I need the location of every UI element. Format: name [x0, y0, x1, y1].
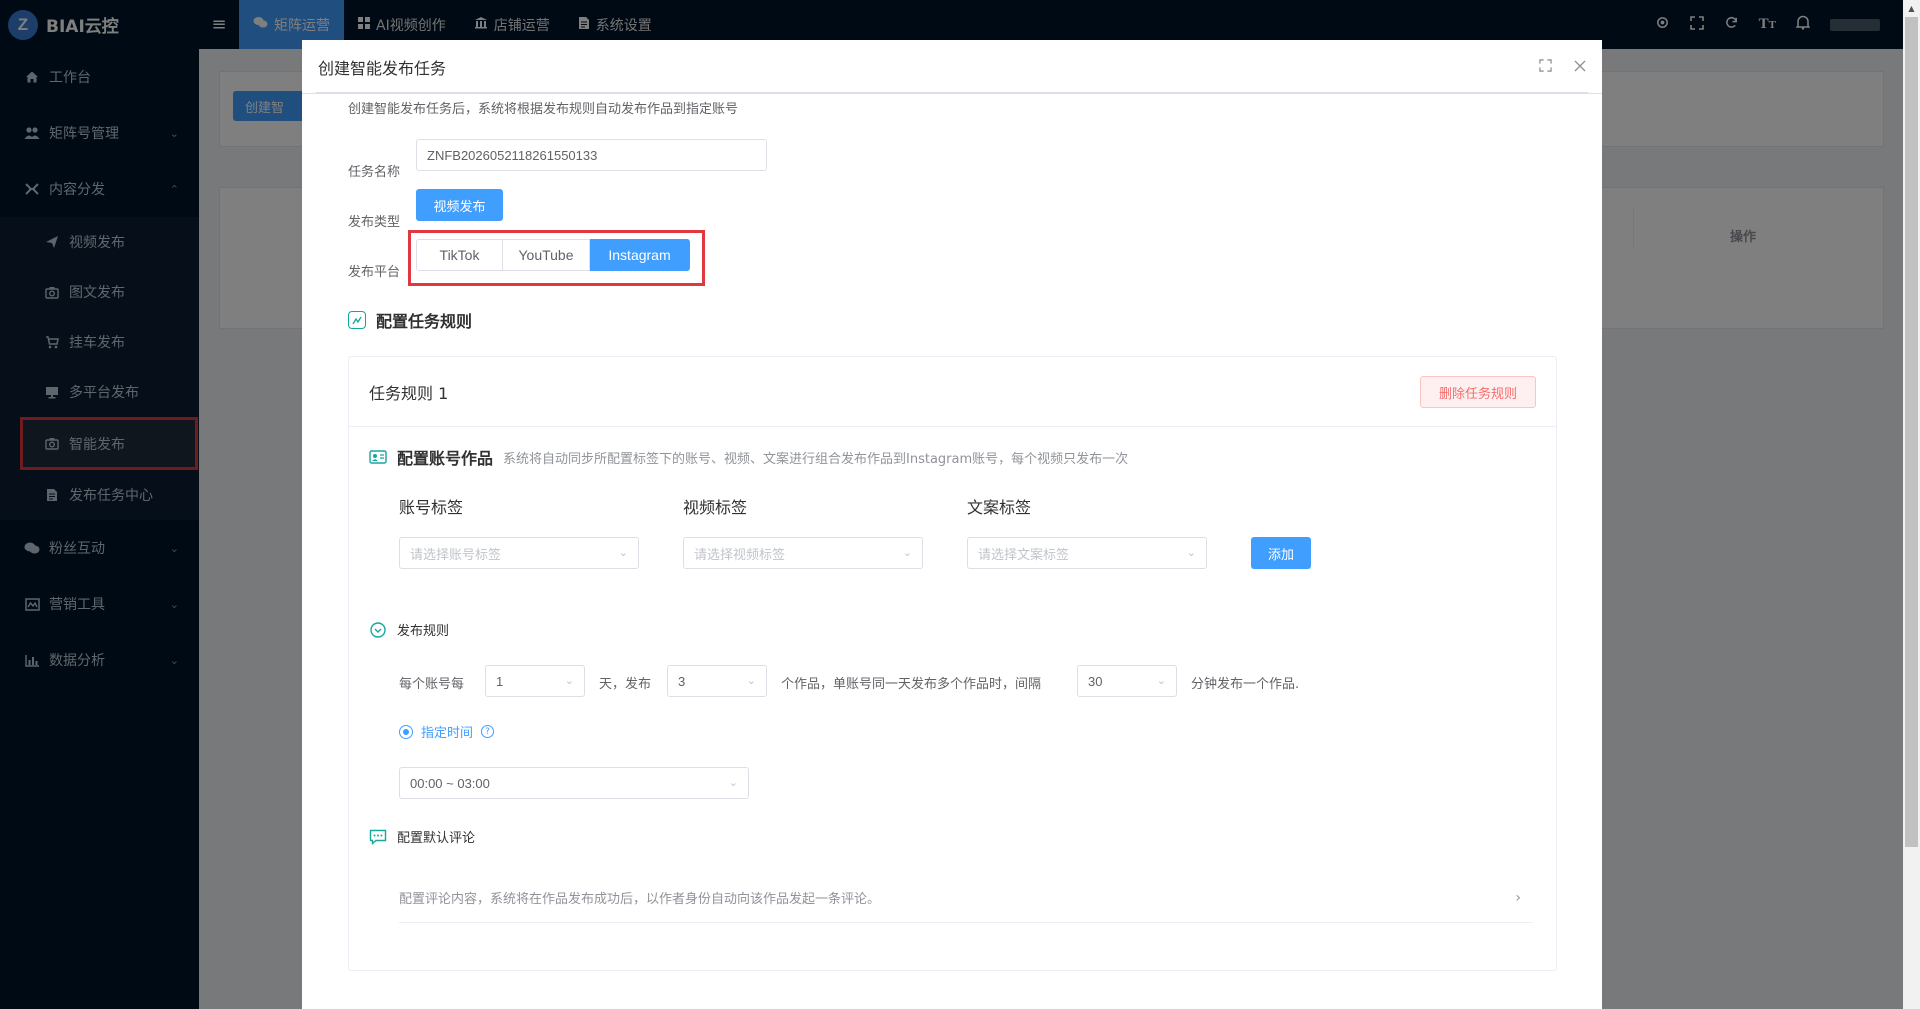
create-task-dialog: 创建智能发布任务 创建智能发布任务后，系统将根据发布规则自动发布作品到指定账号 …	[302, 40, 1602, 1009]
publish-rule-header: 发布规则	[369, 620, 449, 639]
section-title-text: 配置任务规则	[376, 312, 473, 331]
id-card-icon	[369, 449, 387, 465]
account-tag-label: 账号标签	[399, 498, 464, 517]
platform-instagram-button[interactable]: Instagram	[590, 239, 690, 271]
video-tag-label: 视频标签	[683, 498, 748, 517]
chevron-down-icon: ⌄	[1156, 675, 1166, 687]
dialog-tools	[1539, 57, 1586, 76]
page-scrollbar[interactable]: ▲	[1903, 0, 1920, 1009]
chevron-down-icon: ⌄	[618, 546, 628, 559]
publish-rule-title: 发布规则	[397, 624, 450, 639]
chevron-down-icon: ⌄	[902, 546, 912, 559]
platform-selector: TikTok YouTube Instagram	[416, 239, 690, 271]
account-works-header: 配置账号作品 系统将自动同步所配置标签下的账号、视频、文案进行组合发布作品到In…	[369, 445, 1128, 469]
account-works-description: 系统将自动同步所配置标签下的账号、视频、文案进行组合发布作品到Instagram…	[503, 451, 1129, 467]
minutes-text: 分钟发布一个作品.	[1191, 677, 1300, 692]
default-comment-header: 配置默认评论	[369, 827, 475, 846]
chevron-down-icon: ⌄	[728, 777, 738, 789]
comment-config-row[interactable]: 配置评论内容，系统将在作品发布成功后，以作者身份自动向该作品发起一条评论。 ›	[399, 873, 1533, 923]
rule-card: 任务规则 1 删除任务规则 配置账号作品 系统将自动同步所配置标签下的账号、视频…	[348, 356, 1557, 971]
scroll-up-arrow-icon[interactable]: ▲	[1903, 0, 1920, 17]
task-name-label: 任务名称	[348, 165, 401, 180]
radio-dot	[399, 724, 413, 739]
comment-icon	[369, 829, 387, 845]
chevron-down-icon: ⌄	[746, 675, 756, 687]
interval-select[interactable]: 30 ⌄	[1077, 665, 1177, 697]
video-tag-placeholder: 请选择视频标签	[694, 547, 786, 563]
dialog-description: 创建智能发布任务后，系统将根据发布规则自动发布作品到指定账号	[348, 102, 739, 117]
time-mode-label: 指定时间	[421, 726, 474, 741]
time-mode-radio[interactable]: 指定时间 ?	[399, 722, 495, 741]
help-icon[interactable]: ?	[481, 725, 495, 738]
publish-type-label: 发布类型	[348, 215, 401, 230]
rule-title: 任务规则 1	[369, 383, 449, 403]
platform-youtube-button[interactable]: YouTube	[503, 239, 590, 271]
account-works-title: 配置账号作品	[397, 449, 494, 468]
account-tag-placeholder: 请选择账号标签	[410, 547, 502, 563]
default-comment-title: 配置默认评论	[397, 831, 476, 846]
days-select[interactable]: 1 ⌄	[485, 665, 585, 697]
scrollbar-thumb[interactable]	[1905, 17, 1918, 847]
interval-value: 30	[1088, 673, 1103, 689]
account-tag-select[interactable]: 请选择账号标签 ⌄	[399, 537, 639, 569]
platform-label: 发布平台	[348, 265, 401, 280]
fullscreen-icon[interactable]	[1539, 57, 1552, 76]
comment-description: 配置评论内容，系统将在作品发布成功后，以作者身份自动向该作品发起一条评论。	[399, 892, 881, 907]
add-button[interactable]: 添加	[1251, 537, 1311, 569]
count-value: 3	[678, 673, 686, 689]
copy-tag-label: 文案标签	[967, 498, 1032, 517]
per-account-every-text: 每个账号每	[399, 677, 465, 692]
dialog-title: 创建智能发布任务	[318, 58, 447, 78]
chevron-circle-icon	[369, 621, 387, 638]
copy-tag-select[interactable]: 请选择文案标签 ⌄	[967, 537, 1207, 569]
chevron-down-icon: ⌄	[564, 675, 574, 687]
copy-tag-placeholder: 请选择文案标签	[978, 547, 1070, 563]
delete-rule-button[interactable]: 删除任务规则	[1420, 376, 1536, 408]
video-tag-select[interactable]: 请选择视频标签 ⌄	[683, 537, 923, 569]
days-publish-text: 天，发布	[599, 677, 652, 692]
close-icon[interactable]	[1574, 57, 1586, 76]
chevron-down-icon: ⌄	[1186, 546, 1196, 559]
publish-type-video-button[interactable]: 视频发布	[416, 189, 503, 221]
section-title-task-rules: 配置任务规则	[348, 308, 472, 332]
rule-header: 任务规则 1 删除任务规则	[349, 357, 1556, 427]
time-range-select[interactable]: 00:00 ~ 03:00 ⌄	[399, 767, 749, 799]
time-range-value: 00:00 ~ 03:00	[410, 775, 490, 791]
works-interval-text: 个作品，单账号同一天发布多个作品时，间隔	[781, 677, 1042, 692]
dialog-header: 创建智能发布任务	[302, 40, 1602, 94]
platform-tiktok-button[interactable]: TikTok	[416, 239, 503, 271]
count-select[interactable]: 3 ⌄	[667, 665, 767, 697]
rules-icon	[348, 311, 366, 329]
days-value: 1	[496, 673, 504, 689]
chevron-right-icon: ›	[1515, 889, 1521, 906]
header-divider	[316, 92, 1588, 93]
task-name-input[interactable]: ZNFB20260521182615501​33	[416, 139, 767, 171]
